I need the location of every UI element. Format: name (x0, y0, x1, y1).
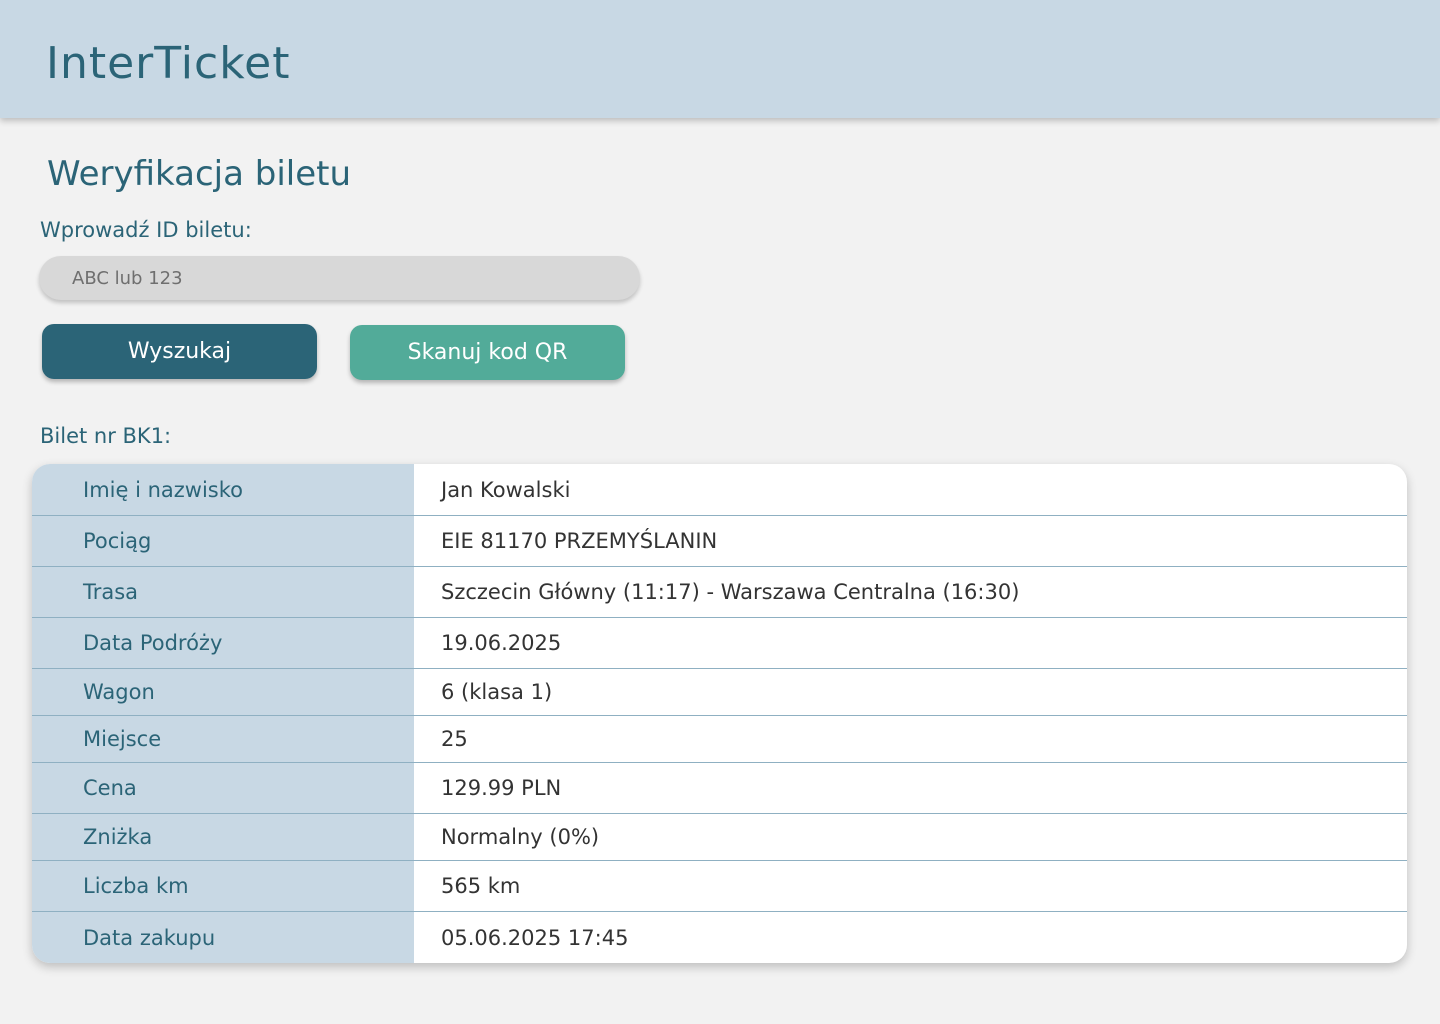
table-row: Liczba km 565 km (32, 861, 1407, 912)
row-value: 05.06.2025 17:45 (441, 925, 629, 950)
search-button[interactable]: Wyszukaj (42, 324, 317, 379)
table-row: Trasa Szczecin Główny (11:17) - Warszawa… (32, 567, 1407, 618)
table-row: Data Podróży 19.06.2025 (32, 618, 1407, 669)
row-value: 6 (klasa 1) (414, 669, 1407, 716)
ticket-id-input[interactable] (39, 256, 640, 300)
row-value: 129.99 PLN (414, 763, 1407, 814)
row-key: Miejsce (32, 716, 414, 763)
row-key: Liczba km (32, 861, 414, 912)
row-key: Trasa (32, 567, 414, 618)
row-key: Imię i nazwisko (32, 464, 414, 516)
table-row: Miejsce 25 (32, 716, 1407, 763)
top-bar: InterTicket (0, 0, 1440, 118)
row-value: 19.06.2025 (414, 618, 1407, 669)
row-value: EIE 81170 PRZEMYŚLANIN (414, 516, 1407, 567)
ticket-id-label: Wprowadź ID biletu: (40, 218, 252, 242)
row-value: 25 (414, 716, 1407, 763)
row-value: Normalny (0%) (414, 814, 1407, 861)
table-row: Cena 129.99 PLN (32, 763, 1407, 814)
row-key: Cena (32, 763, 414, 814)
row-value: 565 km (414, 861, 1407, 912)
app-logo[interactable]: InterTicket (46, 38, 290, 89)
table-row: Imię i nazwisko Jan Kowalski (32, 464, 1407, 516)
row-value: Szczecin Główny (11:17) - Warszawa Centr… (414, 567, 1407, 618)
table-row: Data zakupu 05.06.2025 17:45 (32, 912, 1407, 963)
row-key: Wagon (32, 669, 414, 716)
page-title: Weryfikacja biletu (47, 154, 352, 194)
row-key: Data Podróży (32, 618, 414, 669)
row-value: Jan Kowalski (414, 464, 1407, 516)
row-key: Zniżka (32, 814, 414, 861)
table-row: Pociąg EIE 81170 PRZEMYŚLANIN (32, 516, 1407, 567)
scan-qr-button[interactable]: Skanuj kod QR (350, 325, 625, 380)
row-key: Pociąg (32, 516, 414, 567)
ticket-details-table: Imię i nazwisko Jan Kowalski Pociąg EIE … (32, 464, 1407, 963)
row-key: Data zakupu (32, 912, 414, 963)
ticket-result-label: Bilet nr BK1: (40, 424, 172, 448)
table-row: Wagon 6 (klasa 1) (32, 669, 1407, 716)
table-row: Zniżka Normalny (0%) (32, 814, 1407, 861)
